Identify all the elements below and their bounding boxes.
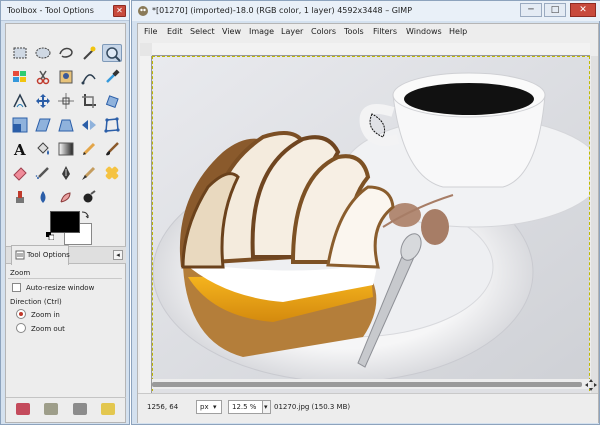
horizontal-scroll-thumb[interactable] [152,382,582,387]
perspective-tool-icon[interactable] [56,116,76,134]
auto-resize-checkbox[interactable] [12,283,21,292]
close-button[interactable]: ✕ [570,3,596,17]
fuzzy-select-tool-icon[interactable] [79,44,99,62]
measure-tool-icon[interactable] [10,92,30,110]
vertical-ruler[interactable] [140,56,152,396]
image-window-title: *[01270] (imported)-18.0 (RGB color, 1 l… [152,6,413,15]
smudge-tool-icon[interactable] [33,188,53,206]
zoom-out-radio[interactable] [16,323,26,333]
paths-tool-icon[interactable] [79,68,99,86]
mypaint-brush-tool-icon[interactable] [79,164,99,182]
chevron-down-icon: ▾ [264,403,268,411]
navigate-icon[interactable] [585,379,597,391]
foreground-select-tool-icon[interactable] [56,68,76,86]
scale-tool-icon[interactable] [10,116,30,134]
toolbox-window: Toolbox - Tool Options ✕ A Tool Options … [0,0,130,425]
default-colors-icon[interactable] [46,232,55,241]
image-window: *[01270] (imported)-18.0 (RGB color, 1 l… [131,0,600,425]
dodge-burn-tool-icon[interactable] [56,188,76,206]
tab-tool-options[interactable]: Tool Options [11,245,70,265]
rotate-tool-icon[interactable] [102,92,122,110]
move-tool-icon[interactable] [33,92,53,110]
flip-tool-icon[interactable] [79,116,99,134]
rect-select-tool-icon[interactable] [10,44,30,62]
tool-options-panel: Zoom Auto-resize window Direction (Ctrl)… [6,265,126,395]
toolbox-close-button[interactable]: ✕ [113,5,126,17]
file-info: 01270.jpg (150.3 MB) [274,403,351,411]
text-tool-icon[interactable]: A [10,140,30,158]
svg-text:A: A [13,141,26,157]
status-bar: 1256, 64 px ▾ 12.5 % ▾ 01270.jpg (150.3 … [138,393,598,423]
unit-select-value: px [200,403,209,411]
minimize-button[interactable]: ─ [520,3,542,17]
crop-tool-icon[interactable] [79,92,99,110]
pointer-coordinates: 1256, 64 [147,403,179,411]
menu-layer[interactable]: Layer [281,27,303,36]
delete-options-icon[interactable] [73,403,87,415]
maximize-button[interactable]: □ [544,3,566,17]
clone-tool-icon[interactable] [10,188,30,206]
free-select-tool-icon[interactable] [56,44,76,62]
scissors-select-tool-icon[interactable] [33,68,53,86]
eraser-tool-icon[interactable] [10,164,30,182]
menu-file[interactable]: File [144,27,157,36]
unit-select[interactable]: px ▾ [196,400,222,414]
tool-options-icon [15,250,25,260]
tool-options-button-bar [6,397,126,421]
ellipse-select-tool-icon[interactable] [33,44,53,62]
menu-image[interactable]: Image [249,27,274,36]
auto-resize-label: Auto-resize window [26,284,95,292]
zoom-select-value: 12.5 % [232,403,257,411]
pencil-tool-icon[interactable] [79,140,99,158]
toolbox-title: Toolbox - Tool Options [7,6,94,15]
zoom-out-label: Zoom out [31,325,65,333]
menu-select[interactable]: Select [190,27,215,36]
menu-colors[interactable]: Colors [311,27,336,36]
direction-label: Direction (Ctrl) [10,298,62,306]
chevron-down-icon: ▾ [213,403,217,411]
blend-tool-icon[interactable] [56,140,76,158]
ink-tool-icon[interactable] [56,164,76,182]
photo-dessert-coffee [153,57,589,383]
tool-options-heading: Zoom [10,269,31,277]
color-picker-tool-icon[interactable] [102,68,122,86]
paintbrush-tool-icon[interactable] [102,140,122,158]
zoom-dropdown-button[interactable]: ▾ [262,400,271,414]
menu-windows[interactable]: Windows [406,27,442,36]
airbrush-tool-icon[interactable] [33,164,53,182]
bucket-fill-tool-icon[interactable] [33,140,53,158]
zoom-tool-icon[interactable] [102,44,122,62]
horizontal-ruler[interactable] [152,43,590,56]
zoom-select[interactable]: 12.5 % [228,400,265,414]
image-window-panel: File Edit Select View Image Layer Colors… [137,23,599,423]
zoom-in-radio[interactable] [16,309,26,319]
menu-tools[interactable]: Tools [344,27,364,36]
ruler-corner[interactable] [140,43,152,56]
image-canvas[interactable] [152,56,590,396]
cage-transform-tool-icon[interactable] [102,116,122,134]
menu-edit[interactable]: Edit [167,27,183,36]
menu-filters[interactable]: Filters [373,27,397,36]
menu-help[interactable]: Help [449,27,467,36]
options-divider [8,278,122,279]
restore-options-icon[interactable] [44,403,58,415]
gimp-icon [138,6,148,16]
image-window-title-bar[interactable]: *[01270] (imported)-18.0 (RGB color, 1 l… [132,1,600,21]
tab-tool-options-label: Tool Options [27,251,70,259]
swap-colors-icon[interactable] [81,211,89,219]
foreground-color-swatch[interactable] [50,211,80,233]
vertical-scrollbar[interactable] [591,56,598,396]
menu-view[interactable]: View [222,27,241,36]
shear-tool-icon[interactable] [33,116,53,134]
align-tool-icon[interactable] [56,92,76,110]
zoom-in-label: Zoom in [31,311,60,319]
reset-options-icon[interactable] [101,403,115,415]
menu-bar: File Edit Select View Image Layer Colors… [138,24,598,40]
select-by-color-tool-icon[interactable] [10,68,30,86]
tab-menu-button[interactable]: ◂ [113,250,123,260]
heal-tool-icon[interactable] [102,164,122,182]
save-options-icon[interactable] [16,403,30,415]
fuzzy-ink-tool-icon[interactable] [79,188,99,206]
toolbox-title-bar[interactable]: Toolbox - Tool Options ✕ [1,1,129,21]
